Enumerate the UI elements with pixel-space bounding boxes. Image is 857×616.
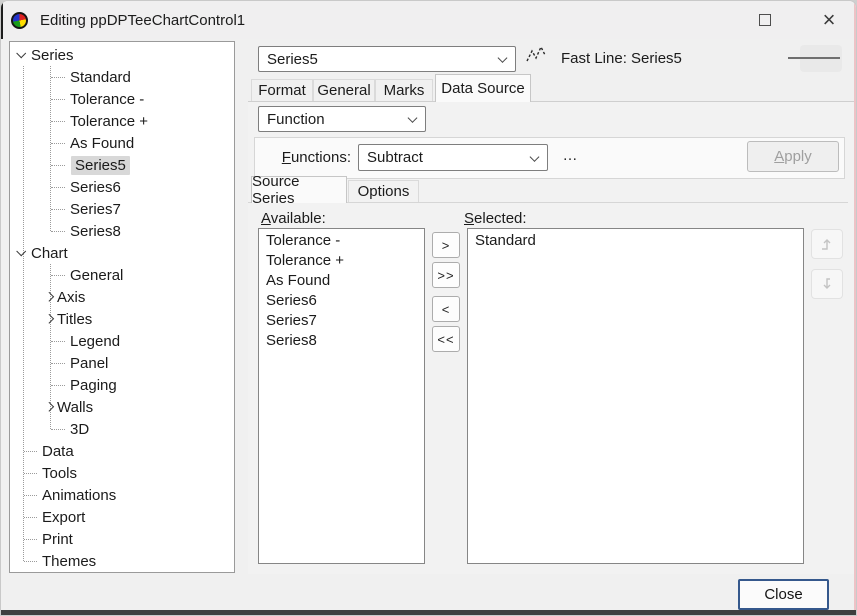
- series-selector-combo[interactable]: Series5: [258, 46, 516, 72]
- move-down-button[interactable]: [811, 269, 843, 299]
- series-type-label: Fast Line: Series5: [561, 50, 682, 67]
- remove-button[interactable]: <: [432, 296, 460, 322]
- tree-item-export[interactable]: Export: [10, 506, 234, 528]
- list-item[interactable]: Series6: [259, 291, 424, 311]
- list-item[interactable]: Series7: [259, 311, 424, 331]
- tree-item-data[interactable]: Data: [10, 440, 234, 462]
- datasource-style-value: Function: [267, 111, 325, 128]
- chevron-down-icon: [408, 113, 418, 123]
- chevron-down-icon: [498, 53, 508, 63]
- chevron-down-icon: [16, 48, 26, 58]
- maximize-icon: [759, 14, 771, 26]
- available-series-list: Tolerance - Tolerance + As Found Series6…: [258, 228, 425, 564]
- tree-item-3d[interactable]: 3D: [10, 418, 234, 440]
- datasource-style-combo[interactable]: Function: [258, 106, 426, 132]
- available-label: Available:: [261, 210, 326, 227]
- tab-data-source[interactable]: Data Source: [435, 74, 531, 102]
- tree-item-series6[interactable]: Series6: [10, 176, 234, 198]
- step-down-icon: [818, 275, 836, 293]
- maximize-button[interactable]: [743, 4, 787, 36]
- apply-button[interactable]: Apply: [747, 141, 839, 172]
- function-value: Subtract: [367, 149, 423, 166]
- tree-item-standard[interactable]: Standard: [10, 66, 234, 88]
- tree-item-series8[interactable]: Series8: [10, 220, 234, 242]
- tab-source-series[interactable]: Source Series: [251, 176, 347, 203]
- selected-series-list: Standard: [467, 228, 804, 564]
- chevron-right-icon: [44, 291, 54, 301]
- close-window-button[interactable]: ×: [807, 4, 851, 36]
- move-up-button[interactable]: [811, 229, 843, 259]
- series-selector-value: Series5: [267, 51, 318, 68]
- remove-all-button[interactable]: <<: [432, 326, 460, 352]
- window-edge: [1, 1, 3, 39]
- list-item[interactable]: As Found: [259, 271, 424, 291]
- chevron-right-icon: [44, 401, 54, 411]
- tree-item-titles[interactable]: Titles: [10, 308, 234, 330]
- tree-item-animations[interactable]: Animations: [10, 484, 234, 506]
- titlebar: Editing ppDPTeeChartControl1: [1, 1, 856, 39]
- functions-label: Functions:: [256, 144, 351, 171]
- series-line-preview: [788, 57, 840, 59]
- tree-item-print[interactable]: Print: [10, 528, 234, 550]
- chevron-right-icon: [44, 313, 54, 323]
- function-combo[interactable]: Subtract: [358, 144, 548, 171]
- window-edge: [854, 1, 856, 610]
- window-edge: [1, 610, 856, 616]
- list-item[interactable]: Tolerance +: [259, 251, 424, 271]
- tab-general[interactable]: General: [313, 79, 375, 101]
- chart-editor-dialog: Editing ppDPTeeChartControl1 × Series St…: [0, 0, 857, 616]
- add-button[interactable]: >: [432, 232, 460, 258]
- tree-item-legend[interactable]: Legend: [10, 330, 234, 352]
- tree-item-tools[interactable]: Tools: [10, 462, 234, 484]
- close-icon: ×: [823, 9, 836, 31]
- tab-marks[interactable]: Marks: [375, 79, 433, 101]
- tree-item-tolerance-minus[interactable]: Tolerance -: [10, 88, 234, 110]
- list-item[interactable]: Tolerance -: [259, 231, 424, 251]
- tree-item-general[interactable]: General: [10, 264, 234, 286]
- tab-format[interactable]: Format: [251, 79, 313, 101]
- tree-item-themes[interactable]: Themes: [10, 550, 234, 572]
- tree-item-panel[interactable]: Panel: [10, 352, 234, 374]
- close-button[interactable]: Close: [738, 579, 829, 610]
- tree-item-series7[interactable]: Series7: [10, 198, 234, 220]
- tree-item-tolerance-plus[interactable]: Tolerance +: [10, 110, 234, 132]
- tree-item-walls[interactable]: Walls: [10, 396, 234, 418]
- step-up-icon: [818, 235, 836, 253]
- navigation-tree: Series Standard Tolerance - Tolerance + …: [9, 41, 235, 573]
- window-title: Editing ppDPTeeChartControl1: [40, 12, 245, 29]
- function-options-button[interactable]: …: [557, 144, 583, 171]
- tree-item-paging[interactable]: Paging: [10, 374, 234, 396]
- tree-item-chart[interactable]: Chart: [10, 242, 234, 264]
- tab-options[interactable]: Options: [348, 180, 419, 202]
- tree-item-series5[interactable]: Series5: [10, 154, 234, 176]
- add-all-button[interactable]: >>: [432, 262, 460, 288]
- list-item[interactable]: Series8: [259, 331, 424, 351]
- selected-label: Selected:: [464, 210, 527, 227]
- tree-item-axis[interactable]: Axis: [10, 286, 234, 308]
- chevron-down-icon: [530, 152, 540, 162]
- chevron-down-icon: [16, 246, 26, 256]
- fastline-zigzag-icon: [526, 45, 548, 70]
- list-item[interactable]: Standard: [468, 231, 803, 251]
- teechart-pie-icon: [11, 12, 28, 29]
- tree-item-as-found[interactable]: As Found: [10, 132, 234, 154]
- tree-item-series[interactable]: Series: [10, 44, 234, 66]
